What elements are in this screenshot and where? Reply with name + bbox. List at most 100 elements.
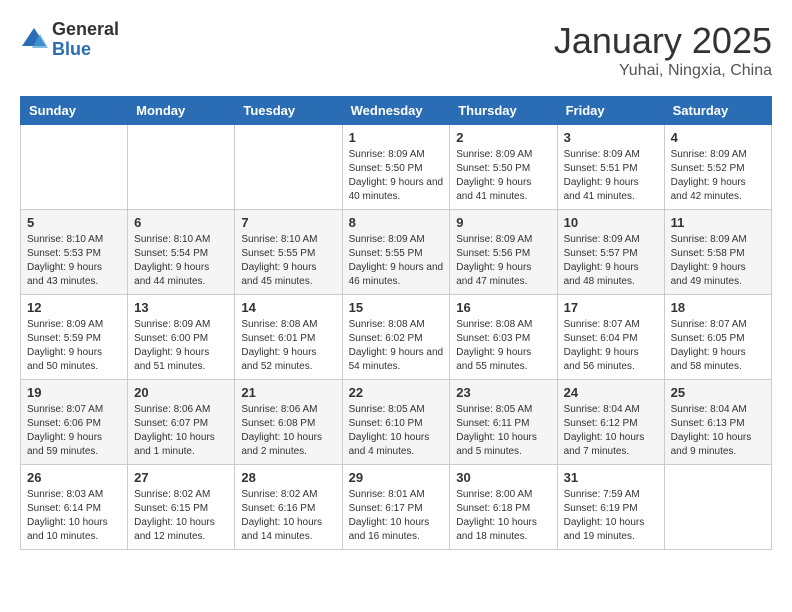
week-row-3: 19 Sunrise: 8:07 AM Sunset: 6:06 PM Dayli… — [21, 380, 772, 465]
day-number: 28 — [241, 470, 335, 485]
day-info: Sunrise: 8:09 AM Sunset: 5:50 PM Dayligh… — [349, 148, 444, 204]
day-info: Sunrise: 8:09 AM Sunset: 5:50 PM Dayligh… — [456, 148, 550, 204]
calendar-header-row: Sunday Monday Tuesday Wednesday Thursday… — [21, 97, 772, 125]
table-row — [235, 125, 342, 210]
day-info: Sunrise: 8:09 AM Sunset: 5:52 PM Dayligh… — [671, 148, 765, 204]
day-number: 24 — [564, 385, 658, 400]
day-info: Sunrise: 8:10 AM Sunset: 5:53 PM Dayligh… — [27, 233, 121, 289]
day-info: Sunrise: 8:08 AM Sunset: 6:02 PM Dayligh… — [349, 318, 444, 374]
day-number: 6 — [134, 215, 228, 230]
table-row: 1 Sunrise: 8:09 AM Sunset: 5:50 PM Daylig… — [342, 125, 450, 210]
table-row: 28 Sunrise: 8:02 AM Sunset: 6:16 PM Dayli… — [235, 465, 342, 550]
table-row: 12Sunrise: 8:09 AM Sunset: 5:59 PM Dayli… — [21, 295, 128, 380]
table-row: 3 Sunrise: 8:09 AM Sunset: 5:51 PM Daylig… — [557, 125, 664, 210]
week-row-4: 26 Sunrise: 8:03 AM Sunset: 6:14 PM Dayli… — [21, 465, 772, 550]
day-info: Sunrise: 8:03 AM Sunset: 6:14 PM Dayligh… — [27, 488, 121, 544]
col-thursday: Thursday — [450, 97, 557, 125]
calendar-table: Sunday Monday Tuesday Wednesday Thursday… — [20, 96, 772, 550]
day-number: 25 — [671, 385, 765, 400]
day-number: 10 — [564, 215, 658, 230]
day-info: Sunrise: 8:09 AM Sunset: 5:58 PM Dayligh… — [671, 233, 765, 289]
logo-icon — [20, 26, 48, 54]
day-number: 9 — [456, 215, 550, 230]
week-row-1: 5 Sunrise: 8:10 AM Sunset: 5:53 PM Daylig… — [21, 210, 772, 295]
logo-blue-text: Blue — [52, 40, 119, 60]
day-info: Sunrise: 8:06 AM Sunset: 6:07 PM Dayligh… — [134, 403, 228, 459]
col-tuesday: Tuesday — [235, 97, 342, 125]
table-row: 21Sunrise: 8:06 AM Sunset: 6:08 PM Dayli… — [235, 380, 342, 465]
day-number: 30 — [456, 470, 550, 485]
table-row: 24Sunrise: 8:04 AM Sunset: 6:12 PM Dayli… — [557, 380, 664, 465]
logo-general-text: General — [52, 20, 119, 40]
day-number: 4 — [671, 130, 765, 145]
day-number: 16 — [456, 300, 550, 315]
table-row: 20 Sunrise: 8:06 AM Sunset: 6:07 PM Dayli… — [128, 380, 235, 465]
table-row: 15 Sunrise: 8:08 AM Sunset: 6:02 PM Dayli… — [342, 295, 450, 380]
table-row: 30Sunrise: 8:00 AM Sunset: 6:18 PM Dayli… — [450, 465, 557, 550]
table-row: 13 Sunrise: 8:09 AM Sunset: 6:00 PM Dayli… — [128, 295, 235, 380]
day-number: 14 — [241, 300, 335, 315]
day-info: Sunrise: 8:08 AM Sunset: 6:01 PM Dayligh… — [241, 318, 335, 374]
day-info: Sunrise: 8:04 AM Sunset: 6:13 PM Dayligh… — [671, 403, 765, 459]
day-info: Sunrise: 8:07 AM Sunset: 6:04 PM Dayligh… — [564, 318, 658, 374]
day-number: 12 — [27, 300, 121, 315]
table-row: 22 Sunrise: 8:05 AM Sunset: 6:10 PM Dayli… — [342, 380, 450, 465]
day-info: Sunrise: 7:59 AM Sunset: 6:19 PM Dayligh… — [564, 488, 658, 544]
day-info: Sunrise: 8:01 AM Sunset: 6:17 PM Dayligh… — [349, 488, 444, 544]
day-info: Sunrise: 8:09 AM Sunset: 6:00 PM Dayligh… — [134, 318, 228, 374]
col-saturday: Saturday — [664, 97, 771, 125]
day-info: Sunrise: 8:10 AM Sunset: 5:54 PM Dayligh… — [134, 233, 228, 289]
month-title: January 2025 — [554, 20, 772, 62]
day-number: 17 — [564, 300, 658, 315]
table-row: 11 Sunrise: 8:09 AM Sunset: 5:58 PM Dayli… — [664, 210, 771, 295]
table-row: 23Sunrise: 8:05 AM Sunset: 6:11 PM Dayli… — [450, 380, 557, 465]
day-number: 23 — [456, 385, 550, 400]
day-number: 1 — [349, 130, 444, 145]
week-row-0: 1 Sunrise: 8:09 AM Sunset: 5:50 PM Daylig… — [21, 125, 772, 210]
table-row: 9Sunrise: 8:09 AM Sunset: 5:56 PM Daylig… — [450, 210, 557, 295]
day-info: Sunrise: 8:09 AM Sunset: 5:57 PM Dayligh… — [564, 233, 658, 289]
day-number: 8 — [349, 215, 444, 230]
table-row: 27 Sunrise: 8:02 AM Sunset: 6:15 PM Dayli… — [128, 465, 235, 550]
week-row-2: 12Sunrise: 8:09 AM Sunset: 5:59 PM Dayli… — [21, 295, 772, 380]
day-number: 29 — [349, 470, 444, 485]
day-info: Sunrise: 8:05 AM Sunset: 6:10 PM Dayligh… — [349, 403, 444, 459]
table-row: 26 Sunrise: 8:03 AM Sunset: 6:14 PM Dayli… — [21, 465, 128, 550]
day-info: Sunrise: 8:07 AM Sunset: 6:06 PM Dayligh… — [27, 403, 121, 459]
table-row: 5 Sunrise: 8:10 AM Sunset: 5:53 PM Daylig… — [21, 210, 128, 295]
table-row: 4 Sunrise: 8:09 AM Sunset: 5:52 PM Daylig… — [664, 125, 771, 210]
day-number: 26 — [27, 470, 121, 485]
col-friday: Friday — [557, 97, 664, 125]
day-number: 20 — [134, 385, 228, 400]
day-number: 5 — [27, 215, 121, 230]
table-row: 6 Sunrise: 8:10 AM Sunset: 5:54 PM Daylig… — [128, 210, 235, 295]
col-wednesday: Wednesday — [342, 97, 450, 125]
col-sunday: Sunday — [21, 97, 128, 125]
table-row: 2 Sunrise: 8:09 AM Sunset: 5:50 PM Daylig… — [450, 125, 557, 210]
table-row: 18Sunrise: 8:07 AM Sunset: 6:05 PM Dayli… — [664, 295, 771, 380]
day-info: Sunrise: 8:06 AM Sunset: 6:08 PM Dayligh… — [241, 403, 335, 459]
day-info: Sunrise: 8:10 AM Sunset: 5:55 PM Dayligh… — [241, 233, 335, 289]
logo: General Blue — [20, 20, 119, 60]
day-number: 22 — [349, 385, 444, 400]
day-number: 27 — [134, 470, 228, 485]
table-row: 29 Sunrise: 8:01 AM Sunset: 6:17 PM Dayli… — [342, 465, 450, 550]
table-row: 10 Sunrise: 8:09 AM Sunset: 5:57 PM Dayli… — [557, 210, 664, 295]
title-block: January 2025 Yuhai, Ningxia, China — [554, 20, 772, 80]
day-info: Sunrise: 8:09 AM Sunset: 5:51 PM Dayligh… — [564, 148, 658, 204]
day-number: 3 — [564, 130, 658, 145]
table-row — [21, 125, 128, 210]
day-number: 19 — [27, 385, 121, 400]
day-info: Sunrise: 8:02 AM Sunset: 6:15 PM Dayligh… — [134, 488, 228, 544]
table-row — [664, 465, 771, 550]
col-monday: Monday — [128, 97, 235, 125]
day-number: 11 — [671, 215, 765, 230]
table-row: 16Sunrise: 8:08 AM Sunset: 6:03 PM Dayli… — [450, 295, 557, 380]
day-number: 2 — [456, 130, 550, 145]
day-number: 13 — [134, 300, 228, 315]
day-number: 7 — [241, 215, 335, 230]
day-info: Sunrise: 8:02 AM Sunset: 6:16 PM Dayligh… — [241, 488, 335, 544]
day-info: Sunrise: 8:07 AM Sunset: 6:05 PM Dayligh… — [671, 318, 765, 374]
day-number: 15 — [349, 300, 444, 315]
table-row: 8Sunrise: 8:09 AM Sunset: 5:55 PM Daylig… — [342, 210, 450, 295]
